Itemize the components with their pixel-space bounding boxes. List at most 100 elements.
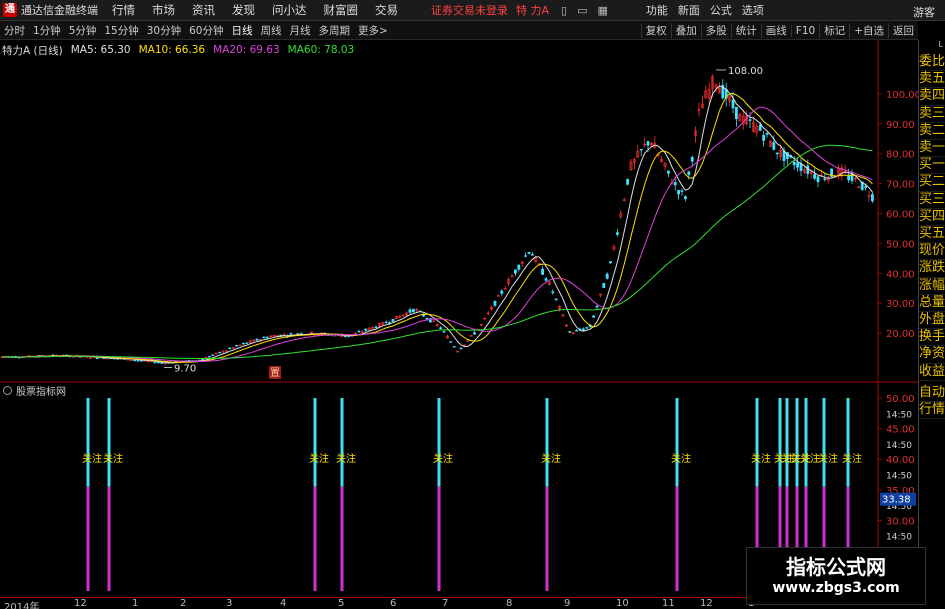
- side-item[interactable]: 买五: [919, 226, 945, 244]
- side-item[interactable]: 委比: [919, 54, 945, 72]
- menu-caifuquan[interactable]: 财富圈: [324, 2, 359, 18]
- period-multi[interactable]: 多周期: [315, 23, 355, 38]
- quote-side-panel: L 委比 卖五 卖四 卖三 卖二 卖一 买一 买二 买三 买四 买五 现价 涨跌 涨幅 总量 外盘 换手 净资 收益…: [918, 40, 945, 600]
- candle-body: [687, 171, 691, 175]
- watermark: 指标公式网 www.zbgs3.com: [746, 547, 926, 605]
- tool-fuquan[interactable]: 复权: [640, 23, 671, 38]
- side-item[interactable]: 现价: [919, 243, 945, 261]
- menu-hangqing[interactable]: 行情: [112, 2, 135, 18]
- ma60-label: MA60: 78.03: [287, 44, 355, 56]
- period-1min[interactable]: 1分钟: [29, 23, 65, 38]
- window-icons: ▯ ▭ ▦: [561, 4, 608, 17]
- watermark-title: 指标公式网: [786, 555, 886, 579]
- period-weekly[interactable]: 周线: [257, 23, 286, 38]
- period-5min[interactable]: 5分钟: [65, 23, 101, 38]
- side-item[interactable]: 卖五: [919, 71, 945, 89]
- side-item[interactable]: 收益: [919, 364, 945, 381]
- period-15min[interactable]: 15分钟: [100, 23, 142, 38]
- side-item[interactable]: 涨跌: [919, 260, 945, 278]
- time-tick-label: 10: [616, 598, 629, 609]
- side-item-auto[interactable]: 行情: [919, 402, 945, 420]
- candle-body: [775, 152, 779, 155]
- candle-body: [160, 362, 164, 364]
- candle-body: [201, 358, 205, 361]
- period-more[interactable]: 更多>: [354, 23, 392, 38]
- tool-zixuan[interactable]: +自选: [849, 23, 888, 38]
- candle-body: [411, 308, 415, 313]
- menu-xuanxiang[interactable]: 选项: [742, 2, 764, 18]
- tool-huaxian[interactable]: 画线: [760, 23, 791, 38]
- side-item[interactable]: 买四: [919, 209, 945, 227]
- tool-duogu[interactable]: 多股: [700, 23, 731, 38]
- side-item[interactable]: 总量: [919, 295, 945, 313]
- candle-body: [585, 327, 589, 329]
- signal-label: 关注: [671, 452, 691, 465]
- candle-body: [595, 305, 599, 308]
- price-grid: [0, 40, 918, 383]
- signal-bar-bottom: [675, 486, 679, 591]
- candle-body: [592, 315, 596, 318]
- side-item[interactable]: 卖二: [919, 123, 945, 141]
- screen-icon[interactable]: ▭: [577, 4, 587, 17]
- menu-wenxiaoda[interactable]: 问小达: [272, 2, 307, 18]
- side-item[interactable]: 买一: [919, 157, 945, 175]
- high-price-label: 108.00: [728, 66, 763, 77]
- ind-time-label: 14:50: [886, 533, 912, 543]
- menu-zixun[interactable]: 资讯: [192, 2, 215, 18]
- candle-body: [493, 300, 497, 306]
- phone-icon[interactable]: ▯: [561, 4, 567, 17]
- side-item[interactable]: 买二: [919, 174, 945, 192]
- period-daily[interactable]: 日线: [228, 23, 257, 38]
- tool-f10[interactable]: F10: [790, 24, 819, 37]
- candle-body: [225, 350, 228, 352]
- candle-body: [136, 360, 140, 362]
- app-logo-icon: 通: [3, 3, 17, 17]
- side-item[interactable]: 外盘: [919, 312, 945, 330]
- signal-bar-top: [755, 398, 759, 487]
- kline-chart[interactable]: 20.00 30.00 40.00 50.00 60.00 70.00 80.00 90.00…: [0, 40, 918, 383]
- side-item[interactable]: 卖三: [919, 106, 945, 123]
- tool-diejia[interactable]: 叠加: [670, 23, 701, 38]
- period-fenshi[interactable]: 分时: [0, 23, 29, 38]
- time-tick-label: 6: [390, 598, 397, 609]
- menu-jiaoyi[interactable]: 交易: [375, 2, 398, 18]
- menu-shichang[interactable]: 市场: [152, 2, 175, 18]
- candle-body: [847, 174, 851, 181]
- side-item[interactable]: 卖一: [919, 140, 945, 158]
- period-60min[interactable]: 60分钟: [185, 23, 227, 38]
- signal-bar-bottom: [340, 486, 344, 591]
- ind-y-tick-label: 40.00: [886, 455, 915, 466]
- tool-fanhui[interactable]: 返回: [888, 23, 918, 38]
- grid-icon[interactable]: ▦: [598, 4, 608, 17]
- tool-tongji[interactable]: 统计: [730, 23, 761, 38]
- side-item[interactable]: 买三: [919, 192, 945, 209]
- candle-body: [615, 232, 619, 235]
- y-tick-label: 40.00: [886, 269, 915, 280]
- menu-gongneng[interactable]: 功能: [646, 2, 668, 18]
- signal-bar-top: [107, 398, 111, 487]
- period-monthly[interactable]: 月线: [286, 23, 315, 38]
- menu-gongshi[interactable]: 公式: [710, 2, 732, 18]
- guest-login[interactable]: 游客: [913, 4, 935, 20]
- side-item[interactable]: 涨幅: [919, 278, 945, 295]
- period-30min[interactable]: 30分钟: [143, 23, 185, 38]
- candle-body: [673, 182, 677, 186]
- indicator-signal-bars: 关注 关注 关注 关注 关注 关注 关注 关注 关注关注关注关注关注 关注: [82, 398, 862, 591]
- candle-body: [391, 318, 395, 322]
- side-item-auto[interactable]: 自动: [919, 385, 945, 403]
- candle-body: [731, 99, 735, 109]
- signal-bar-bottom: [313, 486, 317, 591]
- side-item[interactable]: 换手: [919, 329, 945, 347]
- signal-bar-top: [340, 398, 344, 487]
- tool-biaoji[interactable]: 标记: [819, 23, 849, 38]
- ind-y-tick-label: 50.00: [886, 394, 915, 405]
- signal-bar-top: [778, 398, 782, 487]
- y-tick-label: 30.00: [886, 299, 915, 310]
- candle-body: [245, 342, 249, 344]
- side-item[interactable]: 卖四: [919, 88, 945, 106]
- side-item[interactable]: 净资: [919, 346, 945, 364]
- menu-faxian[interactable]: 发现: [232, 2, 255, 18]
- menu-xinmian[interactable]: 新面: [678, 2, 700, 18]
- login-status[interactable]: 证券交易未登录: [431, 2, 508, 18]
- indicator-settings-icon[interactable]: [3, 385, 12, 395]
